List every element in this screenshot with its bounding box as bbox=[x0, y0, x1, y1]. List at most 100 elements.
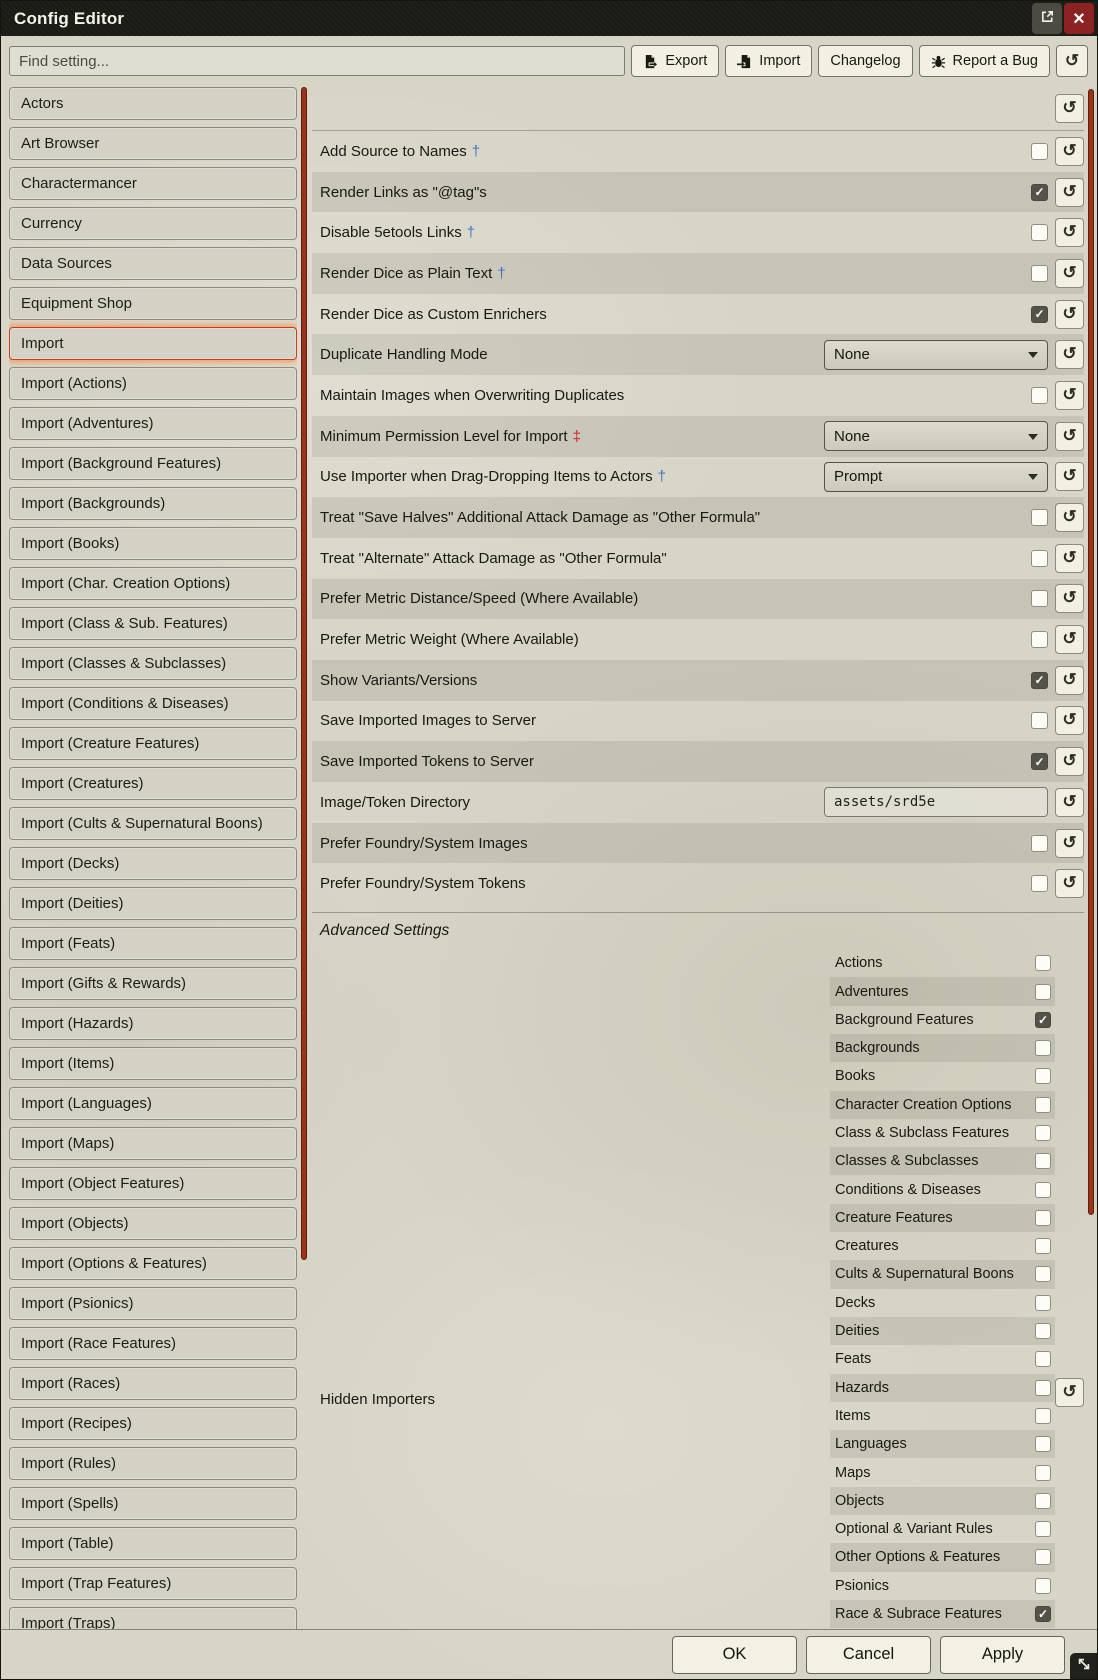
checkbox[interactable] bbox=[1031, 265, 1048, 282]
changelog-button[interactable]: Changelog bbox=[818, 45, 912, 77]
checkbox[interactable] bbox=[1035, 1436, 1051, 1452]
checkbox[interactable] bbox=[1035, 1295, 1051, 1311]
ok-button[interactable]: OK bbox=[672, 1636, 797, 1674]
checkbox[interactable] bbox=[1035, 1210, 1051, 1226]
popout-button[interactable] bbox=[1032, 3, 1062, 34]
apply-button[interactable]: Apply bbox=[940, 1636, 1065, 1674]
setting-reset-button[interactable]: ↺ bbox=[1055, 829, 1084, 858]
checkbox[interactable] bbox=[1031, 509, 1048, 526]
sidebar-item-currency[interactable]: Currency bbox=[9, 207, 297, 240]
sidebar-item-import-languages[interactable]: Import (Languages) bbox=[9, 1087, 297, 1120]
sidebar-item-import-background-features[interactable]: Import (Background Features) bbox=[9, 447, 297, 480]
checkbox[interactable] bbox=[1031, 387, 1048, 404]
sidebar-item-art-browser[interactable]: Art Browser bbox=[9, 127, 297, 160]
checkbox[interactable] bbox=[1035, 1380, 1051, 1396]
sidebar-item-import-recipes[interactable]: Import (Recipes) bbox=[9, 1407, 297, 1440]
setting-reset-button[interactable]: ↺ bbox=[1055, 625, 1084, 654]
checkbox[interactable] bbox=[1035, 1238, 1051, 1254]
setting-reset-button[interactable]: ↺ bbox=[1055, 869, 1084, 898]
sidebar-item-import-objects[interactable]: Import (Objects) bbox=[9, 1207, 297, 1240]
setting-text-input[interactable]: assets/srd5e bbox=[824, 787, 1048, 817]
sidebar-item-import-hazards[interactable]: Import (Hazards) bbox=[9, 1007, 297, 1040]
setting-reset-button[interactable]: ↺ bbox=[1055, 137, 1084, 166]
setting-reset-button[interactable]: ↺ bbox=[1055, 300, 1084, 329]
checkbox[interactable] bbox=[1031, 875, 1048, 892]
setting-reset-button[interactable]: ↺ bbox=[1055, 422, 1084, 451]
checkbox[interactable] bbox=[1035, 1493, 1051, 1509]
sidebar-item-import-trap-features[interactable]: Import (Trap Features) bbox=[9, 1567, 297, 1600]
checkbox[interactable] bbox=[1035, 1182, 1051, 1198]
search-input[interactable] bbox=[9, 46, 625, 76]
checkbox[interactable] bbox=[1035, 1521, 1051, 1537]
sidebar-item-import-spells[interactable]: Import (Spells) bbox=[9, 1487, 297, 1520]
checkbox[interactable] bbox=[1035, 1040, 1051, 1056]
checkbox[interactable] bbox=[1035, 984, 1051, 1000]
setting-select[interactable]: None bbox=[824, 421, 1048, 451]
sidebar-item-import-decks[interactable]: Import (Decks) bbox=[9, 847, 297, 880]
sidebar-item-import-char-creation-options[interactable]: Import (Char. Creation Options) bbox=[9, 567, 297, 600]
main-scrollbar-thumb[interactable] bbox=[1088, 89, 1094, 1215]
setting-select[interactable]: None bbox=[824, 340, 1048, 370]
checkbox[interactable] bbox=[1031, 835, 1048, 852]
checkbox[interactable]: ✓ bbox=[1035, 1012, 1051, 1028]
checkbox[interactable] bbox=[1035, 1125, 1051, 1141]
checkbox[interactable] bbox=[1035, 1068, 1051, 1084]
checkbox[interactable] bbox=[1031, 143, 1048, 160]
export-button[interactable]: Export bbox=[631, 45, 719, 77]
setting-reset-button[interactable]: ↺ bbox=[1055, 340, 1084, 369]
checkbox[interactable] bbox=[1035, 1465, 1051, 1481]
setting-reset-button[interactable]: ↺ bbox=[1055, 381, 1084, 410]
checkbox[interactable] bbox=[1031, 631, 1048, 648]
setting-reset-button[interactable]: ↺ bbox=[1055, 462, 1084, 491]
sidebar-item-equipment-shop[interactable]: Equipment Shop bbox=[9, 287, 297, 320]
setting-reset-button[interactable]: ↺ bbox=[1055, 747, 1084, 776]
checkbox[interactable] bbox=[1031, 550, 1048, 567]
setting-reset-button[interactable]: ↺ bbox=[1055, 666, 1084, 695]
checkbox[interactable] bbox=[1031, 712, 1048, 729]
report-a-bug-button[interactable]: Report a Bug bbox=[919, 45, 1050, 77]
sidebar-item-import-gifts-rewards[interactable]: Import (Gifts & Rewards) bbox=[9, 967, 297, 1000]
sidebar-item-import-deities[interactable]: Import (Deities) bbox=[9, 887, 297, 920]
sidebar-item-import-class-sub-features[interactable]: Import (Class & Sub. Features) bbox=[9, 607, 297, 640]
checkbox[interactable] bbox=[1035, 1266, 1051, 1282]
checkbox[interactable]: ✓ bbox=[1031, 672, 1048, 689]
sidebar-item-import-maps[interactable]: Import (Maps) bbox=[9, 1127, 297, 1160]
checkbox[interactable] bbox=[1035, 1408, 1051, 1424]
sidebar-item-import-options-features[interactable]: Import (Options & Features) bbox=[9, 1247, 297, 1280]
sidebar-item-import-feats[interactable]: Import (Feats) bbox=[9, 927, 297, 960]
checkbox[interactable]: ✓ bbox=[1031, 753, 1048, 770]
sidebar-item-import-backgrounds[interactable]: Import (Backgrounds) bbox=[9, 487, 297, 520]
checkbox[interactable] bbox=[1035, 1578, 1051, 1594]
sidebar-item-import-creature-features[interactable]: Import (Creature Features) bbox=[9, 727, 297, 760]
sidebar-item-import-classes-subclasses[interactable]: Import (Classes & Subclasses) bbox=[9, 647, 297, 680]
setting-reset-button[interactable]: ↺ bbox=[1055, 503, 1084, 532]
sidebar-item-import[interactable]: Import bbox=[9, 327, 297, 360]
sidebar-scrollbar-thumb[interactable] bbox=[301, 87, 307, 1260]
sidebar-item-import-actions[interactable]: Import (Actions) bbox=[9, 367, 297, 400]
setting-reset-button[interactable]: ↺ bbox=[1055, 706, 1084, 735]
checkbox[interactable]: ✓ bbox=[1031, 184, 1048, 201]
resize-handle[interactable] bbox=[1070, 1653, 1097, 1679]
sidebar-item-import-items[interactable]: Import (Items) bbox=[9, 1047, 297, 1080]
sidebar-item-import-rules[interactable]: Import (Rules) bbox=[9, 1447, 297, 1480]
sidebar-item-import-creatures[interactable]: Import (Creatures) bbox=[9, 767, 297, 800]
section-reset-button[interactable]: ↺ bbox=[1055, 94, 1084, 123]
checkbox[interactable] bbox=[1035, 1153, 1051, 1169]
reset-all-button[interactable]: ↺ bbox=[1056, 45, 1088, 77]
sidebar-item-import-races[interactable]: Import (Races) bbox=[9, 1367, 297, 1400]
checkbox[interactable]: ✓ bbox=[1031, 306, 1048, 323]
setting-reset-button[interactable]: ↺ bbox=[1055, 259, 1084, 288]
checkbox[interactable] bbox=[1035, 1351, 1051, 1367]
sidebar-item-import-race-features[interactable]: Import (Race Features) bbox=[9, 1327, 297, 1360]
sidebar-item-import-object-features[interactable]: Import (Object Features) bbox=[9, 1167, 297, 1200]
cancel-button[interactable]: Cancel bbox=[806, 1636, 931, 1674]
sidebar-item-import-conditions-diseases[interactable]: Import (Conditions & Diseases) bbox=[9, 687, 297, 720]
import-button[interactable]: Import bbox=[725, 45, 812, 77]
sidebar-item-actors[interactable]: Actors bbox=[9, 87, 297, 120]
sidebar-item-import-table[interactable]: Import (Table) bbox=[9, 1527, 297, 1560]
setting-reset-button[interactable]: ↺ bbox=[1055, 544, 1084, 573]
checkbox[interactable] bbox=[1035, 1323, 1051, 1339]
checkbox[interactable] bbox=[1031, 590, 1048, 607]
checkbox[interactable]: ✓ bbox=[1035, 1606, 1051, 1622]
checkbox[interactable] bbox=[1035, 1097, 1051, 1113]
